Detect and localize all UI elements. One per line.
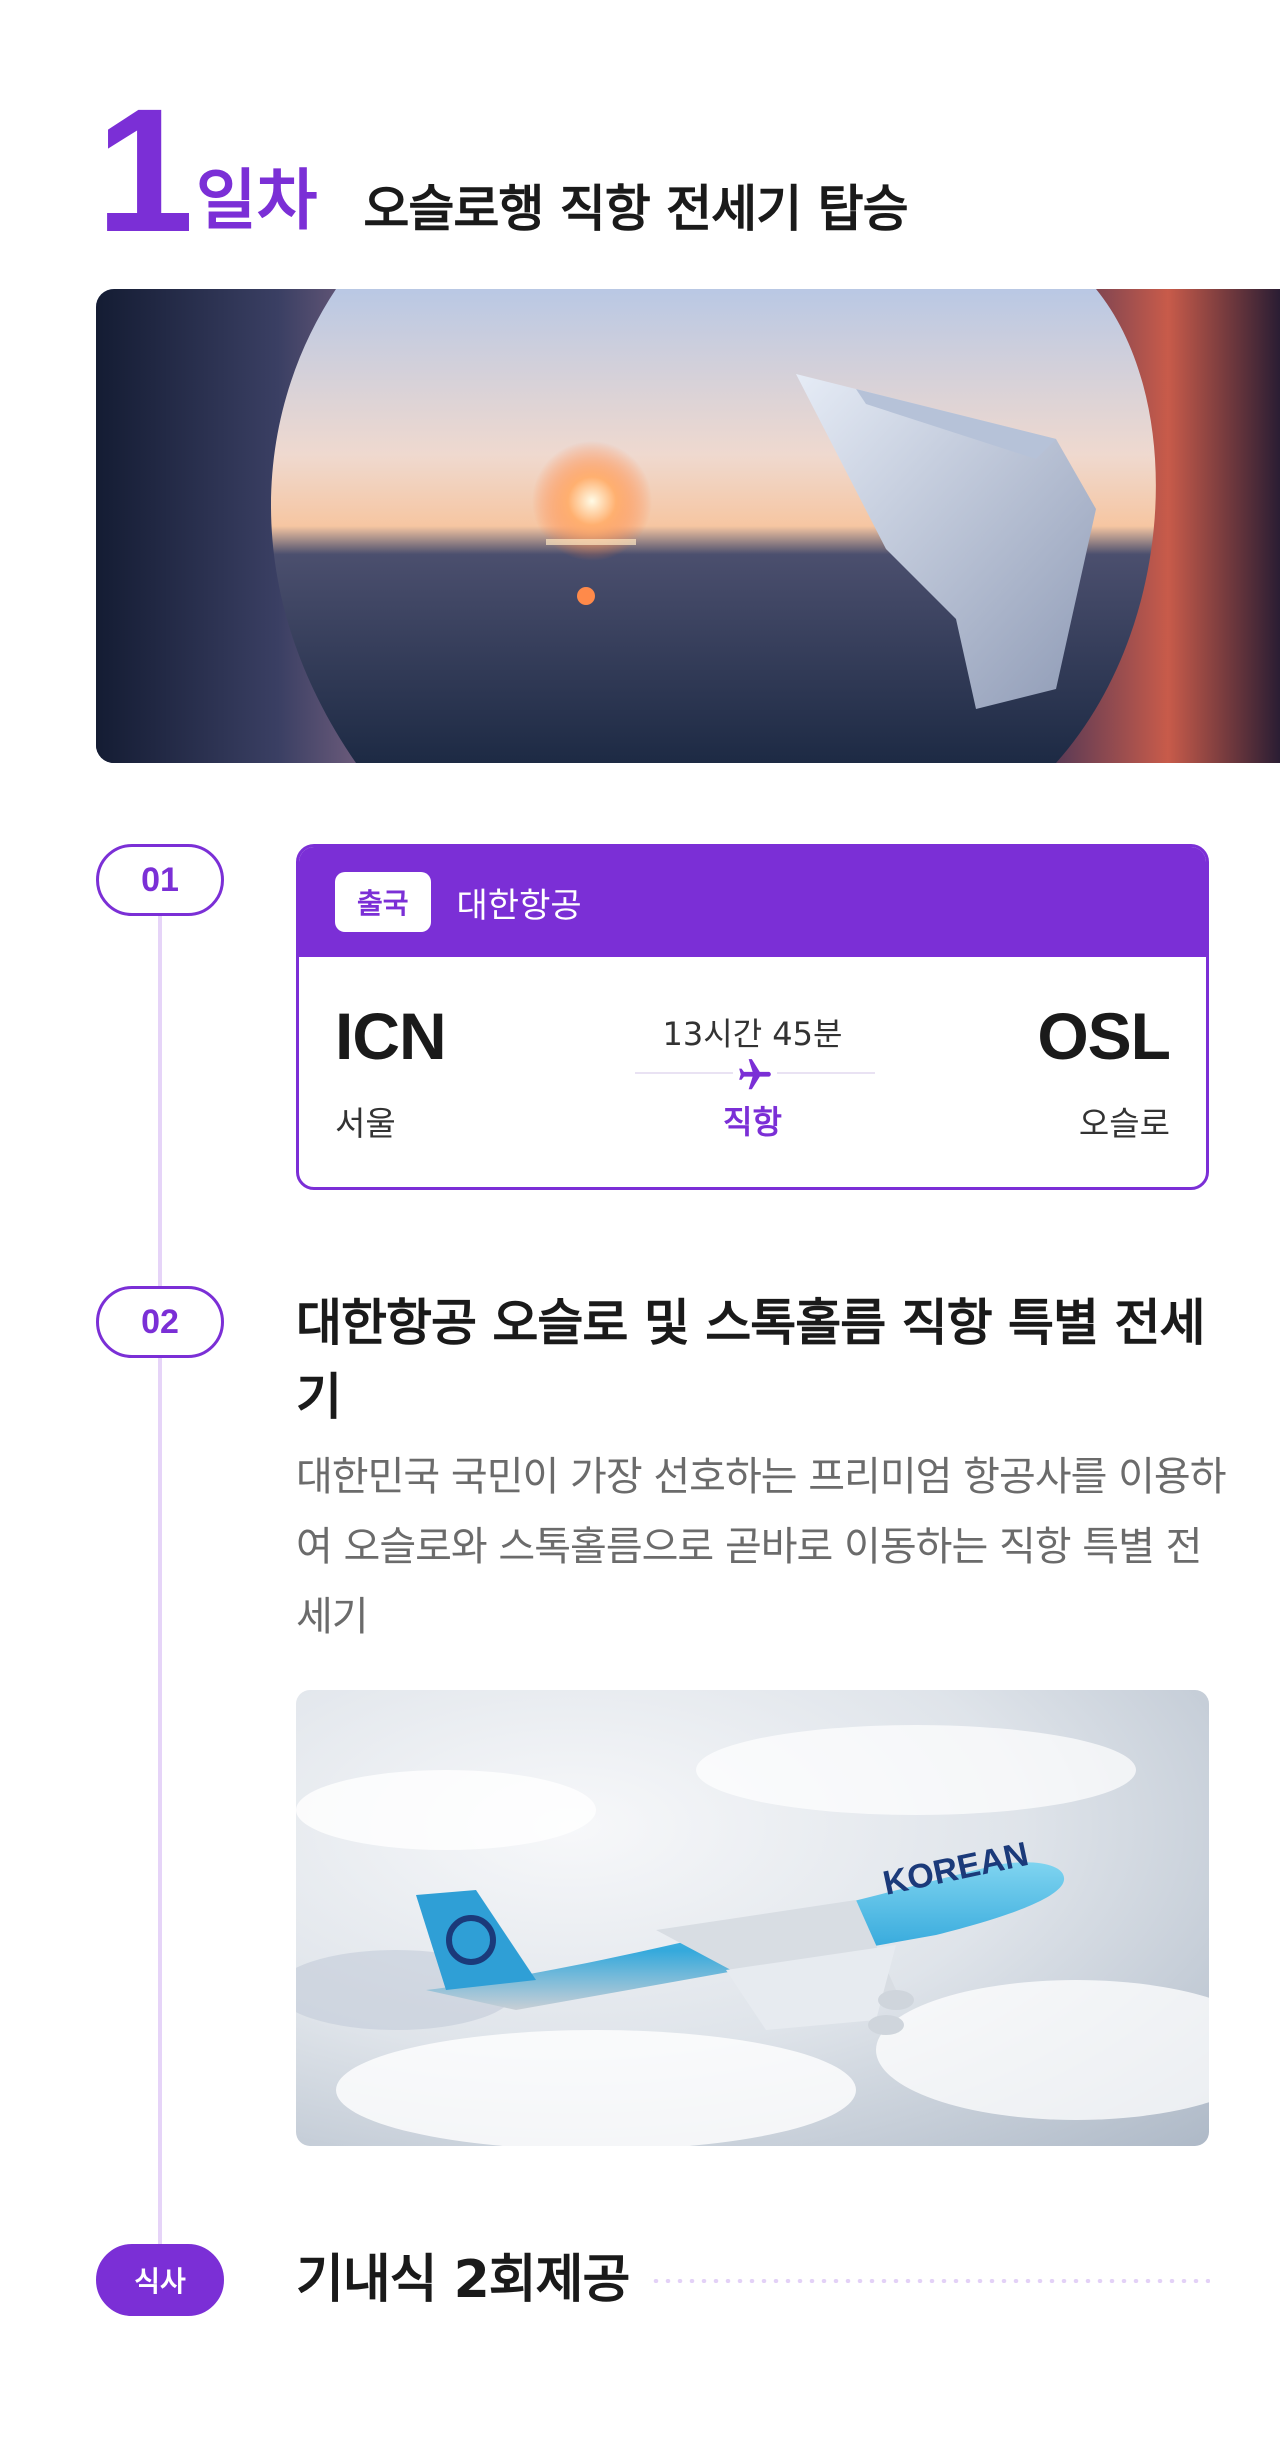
- step-description: 대한민국 국민이 가장 선호하는 프리미엄 항공사를 이용하여 오슬로와 스톡홀…: [296, 1454, 1227, 1640]
- step-title: 대한항공 오슬로 및 스톡홀름 직항 특별 전세기: [296, 1294, 1205, 1426]
- dotted-divider: [650, 2279, 1210, 2283]
- day-title: 오슬로행 직항 전세기 탑승: [363, 180, 908, 238]
- flight-type-label: 직항: [723, 1103, 782, 1141]
- airline-name: 대한항공: [456, 885, 582, 926]
- airplane-window-photo: [96, 289, 1280, 763]
- destination-airport-code: OSL: [1037, 999, 1171, 1073]
- timeline-line: [158, 1358, 162, 2244]
- flight-card-header: 출국 대한항공: [299, 847, 1206, 957]
- flight-card: 출국 대한항공 ICN 서울 13시간 45분 직항 OSL 오슬로: [296, 844, 1209, 1190]
- korean-air-aircraft-photo: KOREAN: [296, 1690, 1209, 2146]
- day-number: 1: [96, 73, 194, 269]
- step-badge: 02: [96, 1286, 224, 1358]
- timeline-line: [158, 916, 162, 1286]
- airplane-icon: [733, 1055, 777, 1095]
- destination-city: 오슬로: [1078, 1104, 1170, 1143]
- step-badge: 01: [96, 844, 224, 916]
- meal-badge: 식사: [96, 2244, 224, 2316]
- day-header: 1 일차 오슬로행 직항 전세기 탑승: [96, 73, 909, 269]
- day-unit-label: 일차: [195, 162, 318, 239]
- departure-badge: 출국: [335, 872, 431, 932]
- flight-route: ICN 서울 13시간 45분 직항 OSL 오슬로: [299, 957, 1206, 1187]
- meal-info: 기내식 2회제공: [296, 2250, 630, 2310]
